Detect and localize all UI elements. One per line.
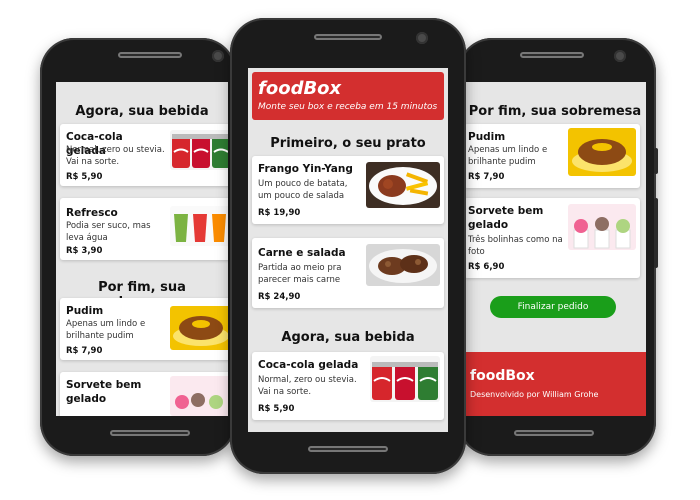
product-name: Carne e salada <box>258 247 346 259</box>
product-price: R$ 7,90 <box>66 346 103 356</box>
product-price: R$ 5,90 <box>66 172 103 182</box>
speaker-grill <box>520 52 584 58</box>
product-desc: Um pouco de batata, um pouco de salada <box>258 179 348 201</box>
coca-cola-image <box>170 130 228 170</box>
section-title-main: Primeiro, o seu prato <box>270 136 426 151</box>
product-desc: Podia ser suco, mas leva água <box>66 221 151 243</box>
product-desc: Apenas um lindo e brilhante pudim <box>66 319 146 341</box>
phone-right: Por fim, sua sobremesa Pudim Apenas um l… <box>458 38 658 456</box>
product-card-carne[interactable]: Carne e salada Partida ao meio pra parec… <box>252 238 444 308</box>
product-name: Coca-cola gelada <box>258 359 359 371</box>
product-desc: Normal, zero ou stevia. Vai na sorte. <box>258 375 357 397</box>
speaker-grill <box>314 34 382 40</box>
pudim-image <box>170 306 228 350</box>
camera-lens <box>416 32 428 44</box>
ice-cream-image <box>568 204 636 250</box>
product-card-refresco[interactable]: Refresco Podia ser suco, mas leva água R… <box>60 198 228 260</box>
meat-plate-image <box>366 244 440 286</box>
product-name: Sorvete bem gelado <box>66 379 142 405</box>
screen-left: Agora, sua bebida Coca-cola gelada Norma… <box>56 82 228 416</box>
speaker-grill <box>118 52 182 58</box>
phone-center: foodBox Monte seu box e receba em 15 min… <box>230 18 466 474</box>
product-desc: Partida ao meio pra parecer mais carne <box>258 263 342 285</box>
footer: foodBox Desenvolvido por William Grohe <box>464 352 646 416</box>
product-card-pudim[interactable]: Pudim Apenas um lindo e brilhante pudim … <box>60 298 228 360</box>
screen-right: Por fim, sua sobremesa Pudim Apenas um l… <box>464 82 646 416</box>
product-card-sorvete[interactable]: Sorvete bem gelado <box>60 372 228 416</box>
home-bar <box>514 430 594 436</box>
app-tagline: Monte seu box e receba em 15 minutos <box>258 102 438 112</box>
ice-cream-image <box>170 376 228 416</box>
side-button <box>654 148 658 174</box>
app-header: foodBox Monte seu box e receba em 15 min… <box>252 72 444 120</box>
product-card-coca[interactable]: Coca-cola gelada Normal, zero ou stevia.… <box>252 352 444 420</box>
section-title-drinks: Agora, sua bebida <box>281 330 415 345</box>
pudim-image <box>568 128 636 176</box>
product-name: Pudim <box>66 305 104 317</box>
product-price: R$ 19,90 <box>258 208 301 218</box>
product-name: Sorvete bem gelado <box>468 205 544 231</box>
product-card-frango[interactable]: Frango Yin-Yang Um pouco de batata, um p… <box>252 156 444 224</box>
side-button <box>654 198 658 268</box>
section-title-desserts: Por fim, sua sobremesa <box>468 104 642 119</box>
product-name: Refresco <box>66 207 118 219</box>
footer-brand: foodBox <box>470 368 535 384</box>
product-desc: Três bolinhas como na foto <box>468 235 563 257</box>
home-bar <box>110 430 190 436</box>
product-card-coca[interactable]: Coca-cola gelada Normal, zero ou stevia.… <box>60 124 228 186</box>
product-price: R$ 7,90 <box>468 172 505 182</box>
product-price: R$ 5,90 <box>258 404 295 414</box>
chicken-plate-image <box>366 162 440 208</box>
home-bar <box>308 446 388 452</box>
app-brand: foodBox <box>258 78 342 99</box>
product-price: R$ 24,90 <box>258 292 301 302</box>
product-price: R$ 6,90 <box>468 262 505 272</box>
product-card-sorvete[interactable]: Sorvete bem gelado Três bolinhas como na… <box>464 198 640 278</box>
product-card-pudim[interactable]: Pudim Apenas um lindo e brilhante pudim … <box>464 124 640 188</box>
section-title-drinks: Agora, sua bebida <box>75 104 209 119</box>
camera-lens <box>614 50 626 62</box>
coca-cola-image <box>370 356 440 402</box>
finalize-order-button[interactable]: Finalizar pedido <box>490 296 616 318</box>
product-desc: Apenas um lindo e brilhante pudim <box>468 145 548 167</box>
juice-glasses-image <box>170 206 228 246</box>
camera-lens <box>212 50 224 62</box>
phone-left: Agora, sua bebida Coca-cola gelada Norma… <box>40 38 236 456</box>
product-name: Frango Yin-Yang <box>258 163 353 175</box>
footer-credit: Desenvolvido por William Grohe <box>470 390 599 399</box>
product-desc: Normal, zero ou stevia. Vai na sorte. <box>66 145 165 167</box>
product-name: Pudim <box>468 131 506 143</box>
product-price: R$ 3,90 <box>66 246 103 256</box>
screen-center: foodBox Monte seu box e receba em 15 min… <box>248 68 448 432</box>
